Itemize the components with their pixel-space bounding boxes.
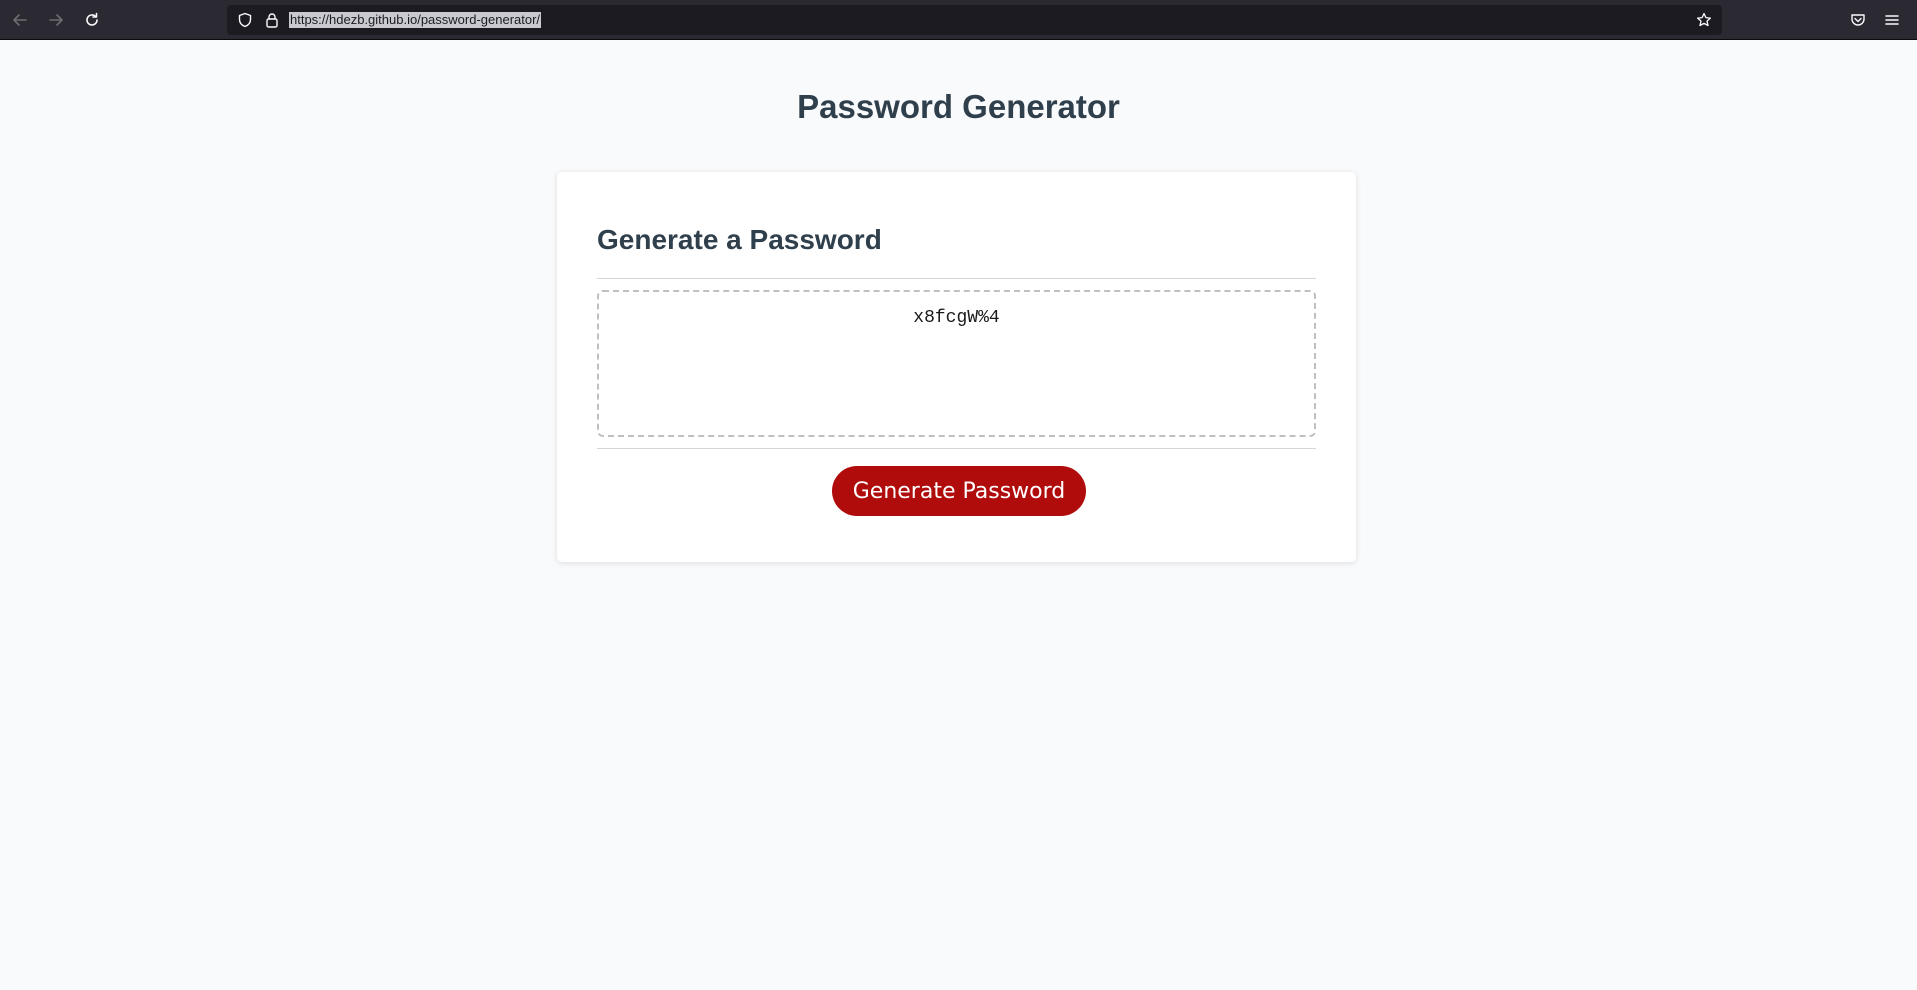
page-title: Password Generator bbox=[797, 88, 1120, 125]
password-card: Generate a Password x8fcgW%4 Generate Pa… bbox=[557, 172, 1356, 562]
pocket-button[interactable] bbox=[1846, 8, 1870, 32]
url-bar[interactable]: https://hdezb.github.io/password-generat… bbox=[227, 5, 1722, 35]
forward-button[interactable] bbox=[44, 8, 68, 32]
hamburger-menu-icon bbox=[1885, 15, 1899, 25]
reload-button[interactable] bbox=[80, 8, 104, 32]
card-header-divider bbox=[597, 278, 1316, 279]
back-button[interactable] bbox=[8, 8, 32, 32]
menu-button[interactable] bbox=[1880, 8, 1904, 32]
reload-icon bbox=[86, 12, 98, 26]
arrow-right-icon bbox=[49, 14, 63, 26]
star-icon[interactable] bbox=[1696, 12, 1712, 28]
password-output[interactable]: x8fcgW%4 bbox=[597, 290, 1316, 437]
generate-password-button[interactable]: Generate Password bbox=[832, 466, 1086, 516]
url-text[interactable]: https://hdezb.github.io/password-generat… bbox=[289, 12, 542, 28]
arrow-left-icon bbox=[13, 14, 27, 26]
pocket-icon bbox=[1851, 14, 1865, 26]
browser-toolbar: https://hdezb.github.io/password-generat… bbox=[0, 0, 1917, 40]
card-title: Generate a Password bbox=[597, 224, 882, 255]
lock-icon[interactable] bbox=[264, 12, 280, 28]
shield-icon[interactable] bbox=[237, 12, 253, 28]
card-footer-divider bbox=[597, 448, 1316, 449]
